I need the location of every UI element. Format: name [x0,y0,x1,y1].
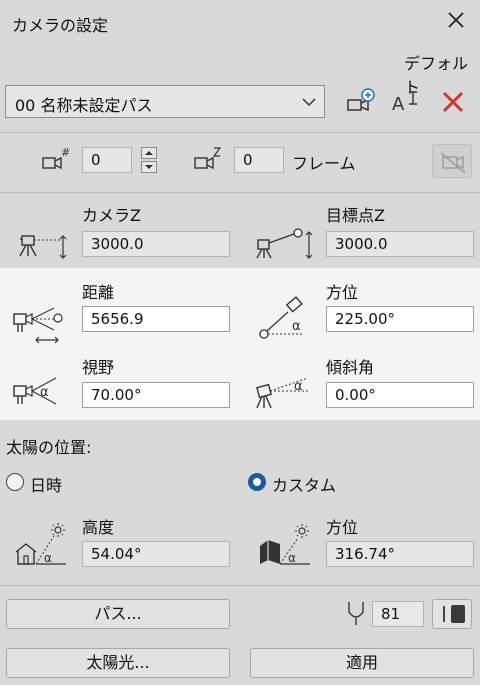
field-of-view-field[interactable]: 70.00° [82,382,230,408]
stepper-up-icon[interactable] [141,147,157,159]
camera-height-icon [12,232,70,262]
distance-icon [12,302,70,344]
sun-altitude-icon: α [14,522,68,568]
svg-text:α: α [40,385,49,400]
camera-z-label: カメラZ [82,206,141,225]
lens-field[interactable]: 81 [372,601,424,627]
sun-position-label: 太陽の位置: [6,438,92,457]
camera-off-icon [440,152,466,174]
sunlight-button[interactable]: 太陽光... [6,648,230,678]
apply-button[interactable]: 適用 [250,648,474,678]
frame-number-icon: # [40,146,72,174]
tilt-icon: α [256,376,316,412]
close-icon[interactable] [444,8,468,32]
no-camera-button[interactable] [432,144,472,178]
svg-text:α: α [292,319,301,334]
color-swatch-button[interactable] [432,599,472,629]
sun-altitude-field[interactable]: 54.04° [82,541,230,567]
svg-text:α: α [44,551,52,565]
camera-settings-dialog: カメラの設定 デフォルト 00 名称未設定パス A # 0 0 フレーム カメラ… [0,0,480,685]
sun-altitude-label: 高度 [82,518,115,537]
svg-text:α: α [288,551,296,565]
chevron-down-icon [302,94,316,108]
datetime-option-label[interactable]: 日時 [30,472,62,496]
divider [0,132,480,133]
color-swatch [451,605,465,623]
lens-icon [346,600,366,626]
sun-azimuth-icon: α [258,522,314,568]
svg-text:α: α [294,379,303,394]
window-title: カメラの設定 [12,16,109,35]
target-z-field[interactable]: 3000.0 [326,231,474,257]
distance-label: 距離 [82,283,115,302]
svg-text:A: A [392,94,405,115]
field-of-view-icon: α [12,376,70,410]
frame-count-icon [192,146,224,174]
delete-icon[interactable] [440,89,466,115]
path-button[interactable]: パス... [6,599,230,629]
target-height-icon [256,226,316,262]
tilt-field[interactable]: 0.00° [326,382,474,408]
camera-azimuth-icon: α [258,294,314,340]
sun-azimuth-label: 方位 [326,518,359,537]
custom-option-label[interactable]: カスタム [272,472,336,496]
custom-radio[interactable] [248,473,266,491]
path-preset-value: 00 名称未設定パス [15,96,153,115]
frame-count-field[interactable]: 0 [234,147,284,173]
svg-text:#: # [61,146,70,159]
camera-z-field[interactable]: 3000.0 [82,231,230,257]
azimuth-field[interactable]: 225.00° [326,306,474,332]
swatch-divider [443,606,445,622]
divider [0,192,480,193]
rename-icon[interactable]: A [390,88,420,116]
add-camera-icon[interactable] [344,86,378,116]
sun-azimuth-field[interactable]: 316.74° [326,541,474,567]
azimuth-label: 方位 [326,283,359,302]
target-z-label: 目標点Z [326,206,385,225]
distance-field[interactable]: 5656.9 [82,306,230,332]
field-of-view-label: 視野 [82,358,115,377]
stepper-down-icon[interactable] [141,161,157,173]
frame-number-field[interactable]: 0 [82,147,132,173]
frame-number-stepper[interactable] [141,147,157,173]
divider [0,585,480,586]
datetime-radio[interactable] [6,473,24,491]
tilt-label: 傾斜角 [326,358,375,377]
frame-label: フレーム [292,154,356,173]
path-preset-select[interactable]: 00 名称未設定パス [5,85,325,118]
